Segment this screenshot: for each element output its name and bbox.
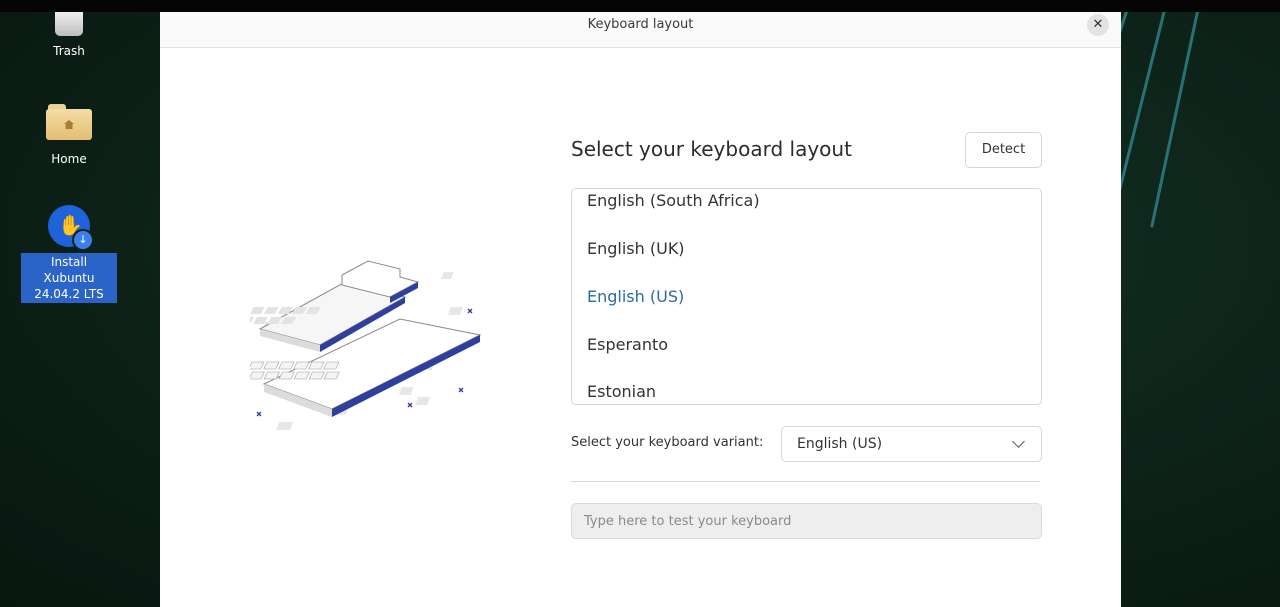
desktop-icon-install-xubuntu[interactable]: ✋ ↓ Install Xubuntu 24.04.2 LTS — [21, 205, 117, 303]
desktop-icon-label: Home — [51, 152, 87, 166]
variant-value: English (US) — [797, 436, 883, 452]
close-button[interactable]: ✕ — [1087, 14, 1109, 36]
keyboard-test-input[interactable] — [572, 504, 1041, 538]
desktop-icon-home[interactable]: Home — [21, 104, 117, 168]
list-item-selected[interactable]: English (US) — [587, 287, 684, 306]
chevron-down-icon — [1012, 435, 1025, 448]
download-arrow-icon: ↓ — [72, 229, 94, 251]
desktop-icon-label: Install Xubuntu 24.04.2 LTS — [21, 253, 117, 303]
trash-icon — [55, 12, 83, 36]
top-bar — [0, 0, 1280, 12]
divider — [571, 481, 1040, 482]
variant-label: Select your keyboard variant: — [571, 435, 764, 450]
keyboard-illustration — [250, 260, 482, 430]
list-item[interactable]: English (UK) — [587, 239, 685, 258]
title-bar[interactable]: Keyboard layout ✕ — [160, 12, 1121, 48]
detect-button[interactable]: Detect — [965, 132, 1042, 168]
keyboard-layout-window: Keyboard layout ✕ Select your keyboard l… — [160, 12, 1121, 607]
list-item[interactable]: Esperanto — [587, 335, 668, 354]
window-title: Keyboard layout — [587, 17, 694, 32]
desktop-icon-trash[interactable]: Trash — [21, 12, 117, 60]
layout-list[interactable]: English (South Africa) English (UK) Engl… — [571, 188, 1042, 405]
home-folder-icon — [46, 104, 92, 140]
page-title: Select your keyboard layout — [571, 137, 852, 161]
list-item[interactable]: English (South Africa) — [587, 191, 760, 210]
variant-dropdown[interactable]: English (US) — [781, 426, 1042, 462]
keyboard-test-field[interactable] — [571, 503, 1042, 539]
wallpaper-streaks — [1120, 12, 1280, 607]
desktop-icon-label: Trash — [53, 44, 85, 58]
list-item[interactable]: Estonian — [587, 382, 656, 401]
close-icon: ✕ — [1092, 17, 1104, 32]
installer-icon: ✋ ↓ — [48, 205, 94, 251]
